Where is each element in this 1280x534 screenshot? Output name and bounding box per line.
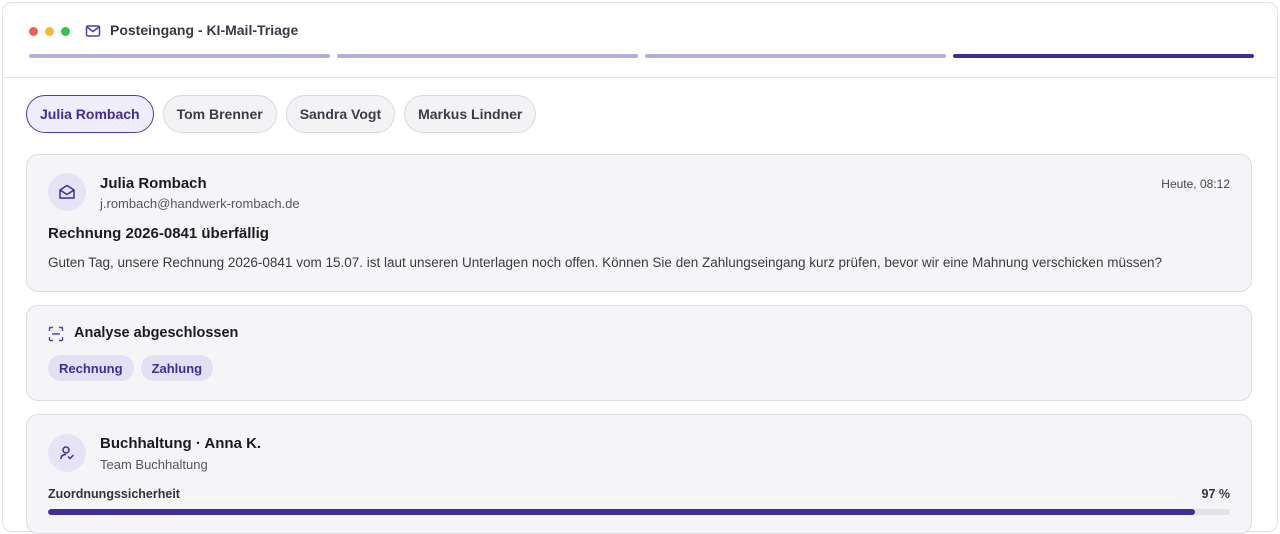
- assignee-avatar: [48, 434, 86, 472]
- sender-email: j.rombach@handwerk-rombach.de: [100, 196, 300, 211]
- mail-icon: [85, 25, 101, 37]
- analysis-title: Analyse abgeschlossen: [74, 325, 239, 341]
- window-title: Posteingang - KI-Mail-Triage: [110, 22, 299, 38]
- progress-step-4: [953, 54, 1254, 58]
- contact-chip-sandra-vogt[interactable]: Sandra Vogt: [285, 95, 396, 133]
- step-progress: [29, 54, 1254, 58]
- email-card[interactable]: Julia Rombach j.rombach@handwerk-rombach…: [26, 154, 1252, 292]
- contact-chip-tom-brenner[interactable]: Tom Brenner: [162, 95, 277, 133]
- confidence-bar: [48, 509, 1230, 515]
- window-controls: [29, 27, 70, 36]
- confidence-bar-fill: [48, 509, 1195, 515]
- assignment-card: Buchhaltung · Anna K. Team Buchhaltung Z…: [26, 414, 1252, 534]
- email-subject: Rechnung 2026-0841 überfällig: [48, 225, 269, 242]
- user-check-icon: [60, 446, 74, 460]
- confidence-label: Zuordnungssicherheit: [48, 487, 180, 501]
- progress-step-2: [337, 54, 638, 58]
- analysis-tags: Rechnung Zahlung: [48, 355, 214, 381]
- progress-step-1: [29, 54, 330, 58]
- contact-chip-julia-rombach[interactable]: Julia Rombach: [26, 95, 154, 133]
- maximize-dot[interactable]: [61, 27, 70, 36]
- assignee-team: Team Buchhaltung: [100, 457, 208, 472]
- contact-chip-markus-lindner[interactable]: Markus Lindner: [404, 95, 537, 133]
- sender-name: Julia Rombach: [100, 175, 207, 192]
- close-dot[interactable]: [29, 27, 38, 36]
- confidence-value: 97 %: [1201, 487, 1231, 501]
- email-avatar: [48, 173, 86, 211]
- analysis-card: Analyse abgeschlossen Rechnung Zahlung: [26, 305, 1252, 401]
- progress-step-3: [645, 54, 946, 58]
- email-time: Heute, 08:12: [1161, 177, 1230, 191]
- scan-icon: [48, 326, 64, 342]
- contact-selector: Julia Rombach Tom Brenner Sandra Vogt Ma…: [26, 95, 537, 133]
- tag-zahlung: Zahlung: [140, 355, 214, 381]
- envelope-open-icon: [59, 184, 75, 199]
- tag-rechnung: Rechnung: [48, 355, 134, 381]
- email-body: Guten Tag, unsere Rechnung 2026-0841 vom…: [48, 255, 1162, 270]
- minimize-dot[interactable]: [45, 27, 54, 36]
- assignee-name: Buchhaltung · Anna K.: [100, 435, 262, 452]
- title-bar: Posteingang - KI-Mail-Triage: [3, 3, 1277, 78]
